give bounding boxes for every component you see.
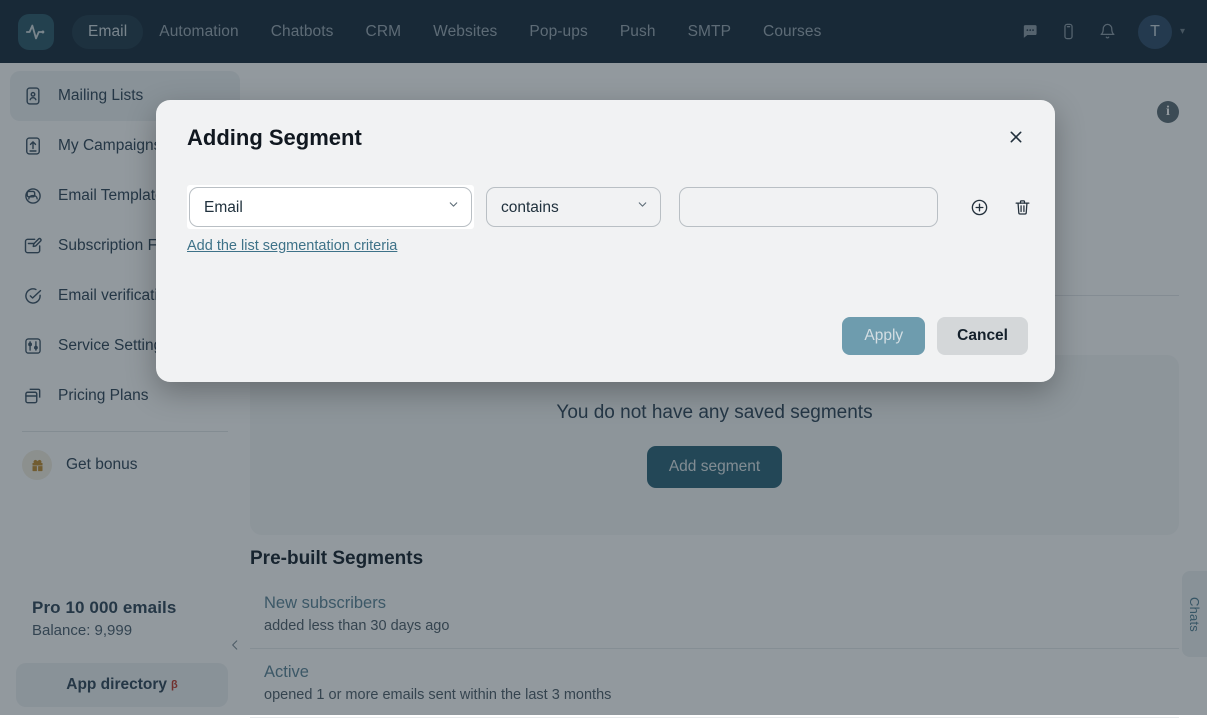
operator-select-wrapper: contains <box>474 187 661 227</box>
segmentation-criteria-row: Email contains <box>187 185 1032 229</box>
close-icon[interactable] <box>1003 124 1029 150</box>
operator-select[interactable]: contains <box>486 187 661 227</box>
trash-icon[interactable] <box>1013 198 1032 217</box>
criteria-row-actions <box>970 198 1032 217</box>
plus-circle-icon[interactable] <box>970 198 989 217</box>
adding-segment-modal: Adding Segment Email contains Add the li… <box>156 100 1055 382</box>
field-select-focus-ring: Email <box>187 185 474 229</box>
modal-title: Adding Segment <box>187 125 362 150</box>
field-select[interactable]: Email <box>189 187 472 227</box>
add-criteria-link[interactable]: Add the list segmentation criteria <box>187 238 397 254</box>
criteria-value-input[interactable] <box>679 187 938 227</box>
field-select-wrapper: Email <box>189 187 472 227</box>
apply-button[interactable]: Apply <box>842 317 926 355</box>
modal-actions: Apply Cancel <box>842 317 1028 355</box>
cancel-button[interactable]: Cancel <box>937 317 1028 355</box>
